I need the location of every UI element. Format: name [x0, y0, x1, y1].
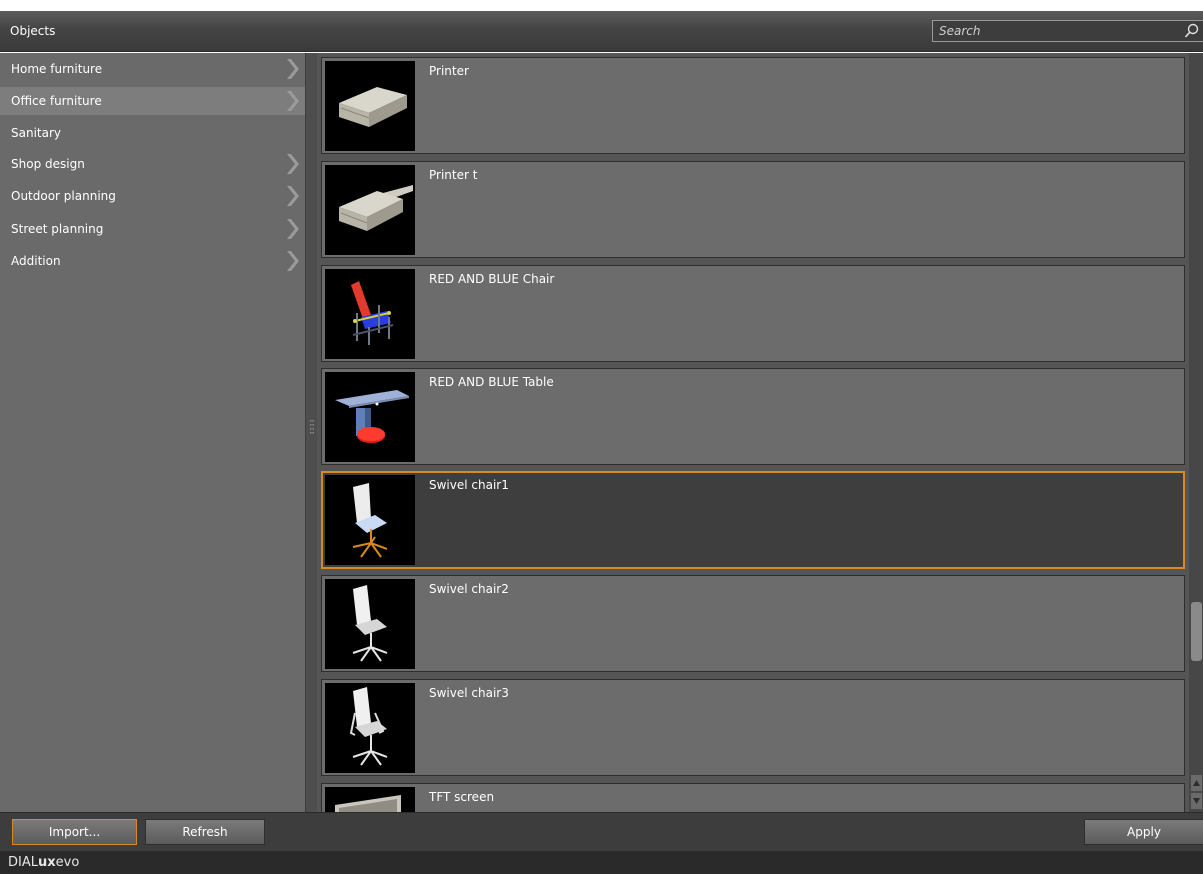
- object-label: RED AND BLUE Chair: [429, 272, 555, 286]
- object-item-printer-t[interactable]: Printer t: [321, 161, 1185, 258]
- brand-bold: ux: [37, 855, 56, 870]
- button-bar: Import... Refresh Apply: [0, 812, 1203, 851]
- object-thumbnail: [325, 61, 415, 151]
- printer-icon: [339, 87, 407, 127]
- object-thumbnail: [325, 165, 415, 255]
- sidebar-item-sanitary[interactable]: Sanitary: [0, 119, 305, 147]
- panel-title: Objects: [10, 24, 56, 38]
- object-label: Swivel chair1: [429, 478, 509, 492]
- search-input[interactable]: [933, 21, 1173, 41]
- import-button[interactable]: Import...: [12, 819, 137, 845]
- object-label: Swivel chair2: [429, 582, 509, 596]
- chevron-right-icon: [287, 59, 299, 79]
- sidebar-item-label: Street planning: [11, 222, 104, 236]
- sidebar-item-label: Office furniture: [11, 94, 102, 108]
- sidebar-item-label: Addition: [11, 254, 61, 268]
- scroll-thumb[interactable]: [1191, 602, 1202, 661]
- sidebar-item-street-planning[interactable]: Street planning: [0, 215, 305, 243]
- swivel-chair-icon: [352, 483, 388, 558]
- category-sidebar: Home furniture Office furniture Sanitary…: [0, 53, 305, 812]
- sidebar-item-office-furniture[interactable]: Office furniture: [0, 87, 305, 115]
- sidebar-item-label: Outdoor planning: [11, 189, 116, 203]
- scroll-down-button[interactable]: [1191, 793, 1202, 809]
- arrow-up-icon: [1193, 780, 1200, 786]
- refresh-button[interactable]: Refresh: [145, 819, 265, 845]
- grip-icon: [310, 420, 314, 434]
- search-box[interactable]: [932, 20, 1203, 42]
- object-label: TFT screen: [429, 790, 495, 804]
- tft-screen-icon: [335, 795, 401, 812]
- object-item-printer[interactable]: Printer: [321, 57, 1185, 154]
- object-thumbnail: [325, 372, 415, 462]
- chevron-right-icon: [287, 91, 299, 111]
- object-item-swivel-chair2[interactable]: Swivel chair2: [321, 575, 1185, 672]
- chevron-right-icon: [287, 219, 299, 239]
- red-blue-chair-icon: [351, 281, 394, 345]
- object-thumbnail: [325, 269, 415, 359]
- sidebar-item-home-furniture[interactable]: Home furniture: [0, 55, 305, 83]
- object-label: Printer: [429, 64, 469, 78]
- object-label: Swivel chair3: [429, 686, 509, 700]
- sidebar-item-label: Home furniture: [11, 62, 103, 76]
- sidebar-item-label: Shop design: [11, 157, 85, 171]
- chevron-right-icon: [287, 251, 299, 271]
- brand-prefix: DIAL: [8, 855, 38, 870]
- swivel-chair-icon: [349, 687, 388, 766]
- object-item-swivel-chair3[interactable]: Swivel chair3: [321, 679, 1185, 776]
- object-thumbnail: [325, 579, 415, 669]
- object-item-tft-screen[interactable]: TFT screen: [321, 783, 1185, 812]
- scroll-up-button[interactable]: [1191, 775, 1202, 791]
- object-thumbnail: [325, 787, 415, 812]
- sidebar-item-label: Sanitary: [11, 126, 62, 140]
- red-blue-table-icon: [335, 390, 409, 443]
- chevron-right-icon: [287, 186, 299, 206]
- object-list: Printer Printer t RED AND BLUE Chair RED…: [317, 53, 1189, 812]
- chevron-right-icon: [287, 154, 299, 174]
- arrow-down-icon: [1193, 798, 1200, 804]
- printer-icon: [339, 185, 413, 231]
- search-icon[interactable]: [1183, 22, 1201, 40]
- object-label: RED AND BLUE Table: [429, 375, 554, 389]
- swivel-chair-icon: [352, 585, 388, 662]
- status-bar: DIALuxevo: [0, 851, 1203, 874]
- sidebar-item-shop-design[interactable]: Shop design: [0, 150, 305, 178]
- object-item-red-and-blue-chair[interactable]: RED AND BLUE Chair: [321, 265, 1185, 362]
- object-label: Printer t: [429, 168, 478, 182]
- objects-header: Objects: [0, 11, 1203, 52]
- list-scrollbar[interactable]: [1189, 53, 1203, 812]
- app-window: Objects Home furniture Office furniture …: [0, 0, 1203, 874]
- object-item-red-and-blue-table[interactable]: RED AND BLUE Table: [321, 368, 1185, 465]
- sidebar-item-outdoor-planning[interactable]: Outdoor planning: [0, 182, 305, 210]
- apply-button[interactable]: Apply: [1084, 819, 1203, 845]
- brand-suffix: evo: [55, 855, 80, 870]
- object-thumbnail: [325, 475, 415, 565]
- object-item-swivel-chair1[interactable]: Swivel chair1: [321, 471, 1185, 569]
- brand-logo: DIALuxevo: [8, 855, 79, 870]
- panel-splitter[interactable]: [305, 53, 317, 812]
- object-thumbnail: [325, 683, 415, 773]
- sidebar-item-addition[interactable]: Addition: [0, 247, 305, 275]
